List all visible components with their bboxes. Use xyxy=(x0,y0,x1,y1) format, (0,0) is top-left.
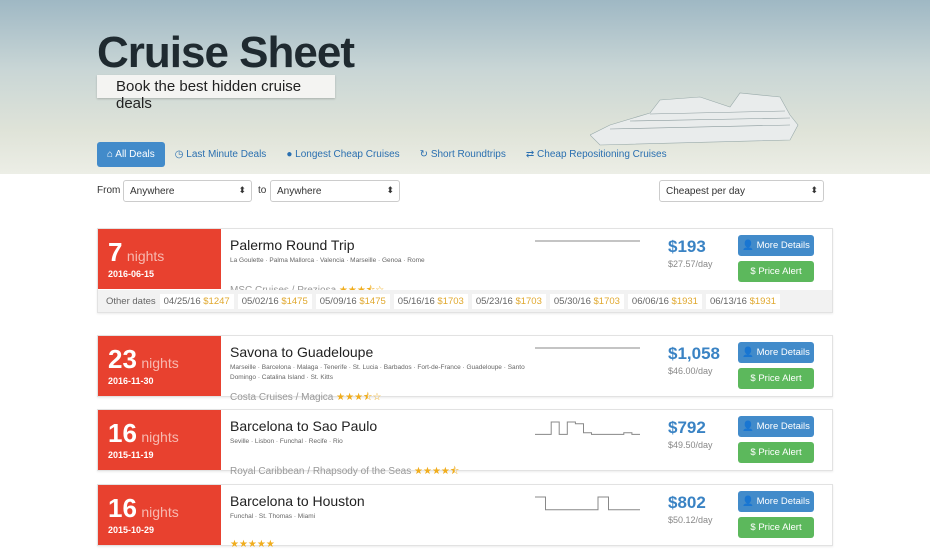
other-date-link[interactable]: 05/02/16 $1475 xyxy=(237,293,312,309)
other-date-link[interactable]: 05/09/16 $1475 xyxy=(315,293,390,309)
ports-list: Funchal · St. Thomas · Miami xyxy=(230,513,316,520)
sparkline-path xyxy=(535,421,640,435)
more-details-button[interactable]: 👤 More Details xyxy=(738,416,814,437)
tab-4[interactable]: ⇄ Cheap Repositioning Cruises xyxy=(516,142,677,167)
exchange-icon: ⇄ xyxy=(525,149,535,160)
ports-list: La Goulette · Palma Mallorca · Valencia … xyxy=(230,257,425,264)
other-date-link[interactable]: 06/13/16 $1931 xyxy=(705,293,781,309)
cruise-line: Costa Cruises / Magica ★★★⯪☆ xyxy=(230,392,382,403)
home-icon: ⌂ xyxy=(107,149,114,160)
other-date-link[interactable]: 05/16/16 $1703 xyxy=(393,293,468,309)
departure-date: 2016-06-15 xyxy=(108,269,155,279)
price-per-day: $27.57/day xyxy=(668,259,713,269)
nights-badge: 23 nights 2016-11-30 xyxy=(98,336,221,396)
departure-date: 2016-11-30 xyxy=(108,376,154,386)
rating-stars-icon: ★★★⯪☆ xyxy=(336,392,382,403)
price-sparkline xyxy=(535,496,640,511)
filter-bar: From Anywhere to Anywhere Cheapest per d… xyxy=(97,180,833,202)
price-alert-button[interactable]: $ Price Alert xyxy=(738,368,814,389)
other-date-link[interactable]: 05/23/16 $1703 xyxy=(471,293,546,309)
tab-0[interactable]: ⌂ All Deals xyxy=(97,142,165,167)
deal-tabs: ⌂ All Deals ◷ Last Minute Deals ● Longest … xyxy=(97,142,677,167)
cruise-line: ★★★★★ xyxy=(230,539,275,550)
cruise-card[interactable]: 16 nights 2015-11-19 Barcelona to Sao Pau… xyxy=(97,409,833,477)
price-sparkline xyxy=(535,240,640,242)
user-icon: 👤 xyxy=(742,496,754,507)
departure-date: 2015-11-19 xyxy=(108,450,154,460)
nights-badge: 16 nights 2015-10-29 xyxy=(98,485,221,545)
rating-stars-icon: ★★★★⯪ xyxy=(414,466,460,477)
cruise-line: Royal Caribbean / Rhapsody of the Seas ★… xyxy=(230,466,460,477)
tab-1[interactable]: ◷ Last Minute Deals xyxy=(165,142,277,167)
ports-list: Seville · Lisbon · Funchal · Recife · Ri… xyxy=(230,438,343,445)
price-sparkline xyxy=(535,421,640,435)
price-alert-button[interactable]: $ Price Alert xyxy=(738,261,814,282)
price-alert-button[interactable]: $ Price Alert xyxy=(738,517,814,538)
cruise-title[interactable]: Palermo Round Trip xyxy=(230,237,530,253)
sort-select[interactable]: Cheapest per day xyxy=(659,180,824,202)
price: $792 xyxy=(668,418,706,437)
other-date-link[interactable]: 04/25/16 $1247 xyxy=(159,293,234,309)
price-per-day: $49.50/day xyxy=(668,440,713,450)
tab-label: Cheap Repositioning Cruises xyxy=(537,149,667,160)
from-label: From xyxy=(97,185,121,196)
cruise-card[interactable]: 16 nights 2015-10-29 Barcelona to Houston… xyxy=(97,484,833,550)
cruise-card[interactable]: 23 nights 2016-11-30 Savona to Guadeloupe… xyxy=(97,335,833,403)
tab-3[interactable]: ↻ Short Roundtrips xyxy=(410,142,516,167)
user-icon: 👤 xyxy=(742,240,754,251)
more-details-button[interactable]: 👤 More Details xyxy=(738,235,814,256)
tab-2[interactable]: ● Longest Cheap Cruises xyxy=(276,142,409,167)
tab-label: Longest Cheap Cruises xyxy=(295,149,400,160)
more-details-button[interactable]: 👤 More Details xyxy=(738,342,814,363)
cruise-title[interactable]: Barcelona to Sao Paulo xyxy=(230,418,530,434)
price: $1,058 xyxy=(668,344,720,363)
clock-icon: ◷ xyxy=(174,149,184,160)
user-icon: 👤 xyxy=(742,347,754,358)
other-date-link[interactable]: 06/06/16 $1931 xyxy=(627,293,702,309)
tab-label: Short Roundtrips xyxy=(430,149,506,160)
hero-banner: Cruise Sheet Book the best hidden cruise… xyxy=(0,0,930,174)
price-per-day: $46.00/day xyxy=(668,366,713,376)
from-select[interactable]: Anywhere xyxy=(123,180,252,202)
other-dates-label: Other dates xyxy=(106,295,156,307)
ports-list: Marseille · Barcelona · Malaga · Tenerif… xyxy=(230,364,525,381)
other-date-link[interactable]: 05/30/16 $1703 xyxy=(549,293,624,309)
cruise-ship-image xyxy=(590,92,799,146)
cruise-title[interactable]: Savona to Guadeloupe xyxy=(230,344,530,360)
nights-badge: 7 nights 2016-06-15 xyxy=(98,229,221,289)
price-per-day: $50.12/day xyxy=(668,515,713,525)
cruise-title[interactable]: Barcelona to Houston xyxy=(230,493,530,509)
price-alert-button[interactable]: $ Price Alert xyxy=(738,442,814,463)
to-select[interactable]: Anywhere xyxy=(270,180,400,202)
rating-stars-icon: ★★★★★ xyxy=(230,539,275,550)
more-details-button[interactable]: 👤 More Details xyxy=(738,491,814,512)
site-title: Cruise Sheet xyxy=(97,28,355,77)
sparkline-path xyxy=(535,496,640,511)
refresh-icon: ↻ xyxy=(419,149,429,160)
price: $802 xyxy=(668,493,706,512)
tab-label: All Deals xyxy=(115,149,155,160)
departure-date: 2015-10-29 xyxy=(108,525,155,535)
nights-badge: 16 nights 2015-11-19 xyxy=(98,410,221,470)
price-sparkline xyxy=(535,347,640,349)
to-label: to xyxy=(258,185,267,196)
price: $193 xyxy=(668,237,706,256)
other-dates: Other dates 04/25/16 $1247 05/02/16 $1475 0… xyxy=(98,290,832,312)
site-subtitle: Book the best hidden cruise deals xyxy=(97,75,335,112)
cruise-card[interactable]: 7 nights 2016-06-15 Palermo Round Trip La … xyxy=(97,228,833,313)
tab-label: Last Minute Deals xyxy=(186,149,267,160)
user-icon: 👤 xyxy=(742,421,754,432)
globe-icon: ● xyxy=(286,149,293,160)
